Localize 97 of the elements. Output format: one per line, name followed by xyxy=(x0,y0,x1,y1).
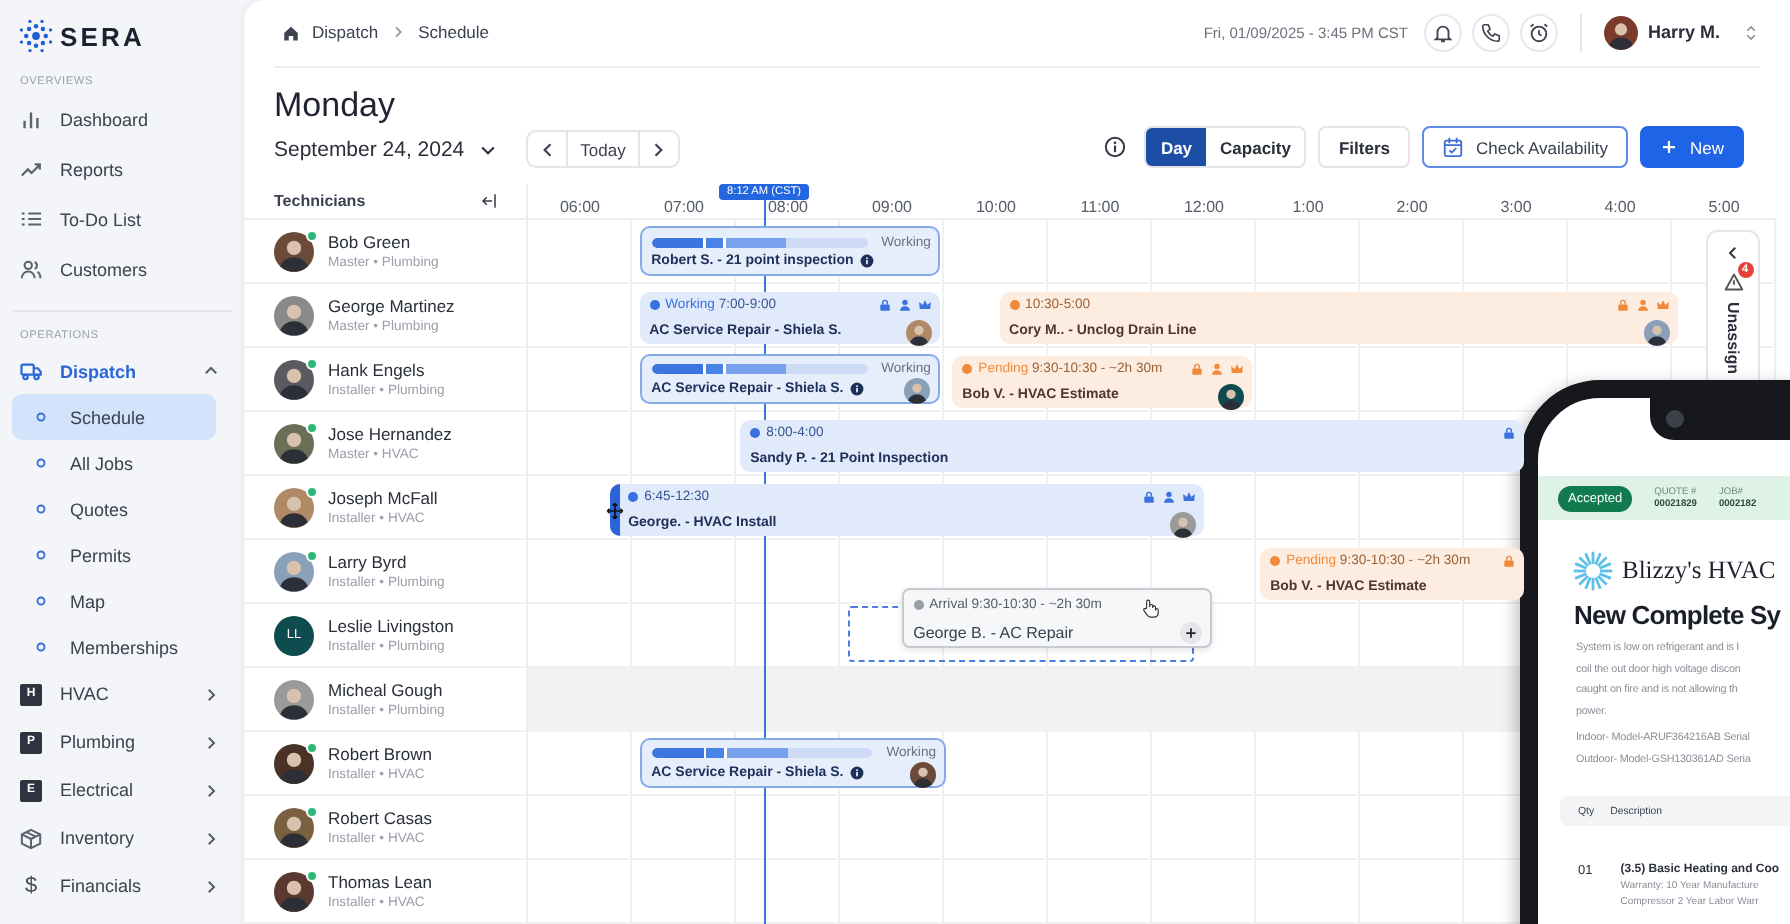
avatar xyxy=(274,871,314,911)
chevron-icon xyxy=(1724,244,1742,262)
people-icon xyxy=(20,258,42,280)
avatar xyxy=(1603,15,1638,50)
company-name: Blizzy's HVAC xyxy=(1622,555,1776,585)
hour-label: 07:00 xyxy=(663,198,705,216)
plus-icon xyxy=(1183,625,1198,639)
day-title: Monday xyxy=(274,86,397,126)
filters-button[interactable]: Filters xyxy=(1318,126,1410,168)
circle-icon xyxy=(34,548,48,562)
avatar xyxy=(274,231,314,271)
hour-label: 4:00 xyxy=(1604,198,1636,216)
technician-name: Thomas Lean xyxy=(328,872,432,892)
chart-icon xyxy=(20,108,42,130)
hour-label: 10:00 xyxy=(975,198,1017,216)
brand-name: SERA xyxy=(60,21,146,51)
nav-item[interactable]: Dashboard xyxy=(12,94,232,144)
hour-label: 09:00 xyxy=(871,198,913,216)
nav-item[interactable]: Inventory xyxy=(12,814,232,862)
nav-item[interactable]: Memberships xyxy=(12,624,216,670)
new-button[interactable]: New xyxy=(1639,126,1744,168)
alert-icon xyxy=(1723,272,1743,292)
hour-label: 5:00 xyxy=(1708,198,1740,216)
technician-name: Hank Engels xyxy=(328,360,427,380)
alarm-clock-icon xyxy=(1527,21,1550,44)
nav-item[interactable]: Customers xyxy=(12,244,232,294)
technician-name: Joseph McFall xyxy=(328,488,438,508)
collapse-icon xyxy=(480,192,498,210)
nav-item[interactable]: Permits xyxy=(12,532,216,578)
breadcrumb-link[interactable]: Dispatch xyxy=(312,22,379,43)
nav-item[interactable]: Reports xyxy=(12,144,232,194)
column-heading: Technicians xyxy=(274,192,366,210)
calendar-icon xyxy=(1441,136,1464,158)
list-icon xyxy=(20,208,42,230)
home-icon xyxy=(282,23,300,42)
chevron-icon xyxy=(390,24,407,41)
job-title: George B. - AC Repair xyxy=(913,623,1074,641)
check-availability-button[interactable]: Check Availability xyxy=(1421,126,1628,168)
hour-label: 3:00 xyxy=(1500,198,1532,216)
phone-button[interactable] xyxy=(1471,13,1510,52)
nav-item[interactable]: $ Financials xyxy=(12,862,232,910)
hour-label: 2:00 xyxy=(1396,198,1428,216)
avatar xyxy=(274,743,314,783)
nav-item[interactable]: To-Do List xyxy=(12,194,232,244)
technician-name: Robert Casas xyxy=(328,808,432,828)
hand-cursor-icon xyxy=(1139,598,1160,618)
circle-icon xyxy=(34,502,48,516)
phone-icon xyxy=(1479,21,1502,44)
circle-icon xyxy=(34,594,48,608)
circle-icon xyxy=(34,640,48,654)
technician-name: Larry Byrd xyxy=(328,552,409,572)
nav-item[interactable]: All Jobs xyxy=(12,440,216,486)
dollar-sign: $ xyxy=(22,874,40,898)
nav-item[interactable]: Schedule xyxy=(12,394,216,440)
collapse-button[interactable] xyxy=(480,192,498,210)
nav-item[interactable]: Map xyxy=(12,578,216,624)
move-cursor-icon xyxy=(606,501,625,519)
technician-name: Jose Hernandez xyxy=(328,424,452,444)
view-tab[interactable]: Day xyxy=(1146,128,1207,166)
nav-item[interactable]: Dispatch xyxy=(12,348,232,394)
technician-name: Bob Green xyxy=(328,232,413,252)
avatar xyxy=(274,423,314,463)
technician-name: Robert Brown xyxy=(328,744,432,764)
add-button[interactable] xyxy=(1179,621,1202,643)
panel-label: Unassign xyxy=(1724,302,1742,375)
avatar xyxy=(274,807,314,847)
plus-icon xyxy=(1659,138,1678,156)
quote-title: New Complete Sy xyxy=(1574,600,1783,630)
circle-icon xyxy=(34,456,48,470)
user-menu[interactable]: Harry M. xyxy=(1603,15,1760,50)
technician-name: George Martinez xyxy=(328,296,455,316)
avatar xyxy=(274,359,314,399)
chevron-icon xyxy=(1742,23,1760,42)
technician-name: Leslie Livingston xyxy=(328,616,454,636)
nav-item[interactable]: Quotes xyxy=(12,486,216,532)
bell-icon xyxy=(1431,21,1454,44)
logo-icon xyxy=(18,18,54,54)
technician-name: Micheal Gough xyxy=(328,680,445,700)
drag-handle[interactable] xyxy=(610,484,621,536)
info-icon xyxy=(1104,136,1127,158)
avatar xyxy=(274,551,314,591)
info-button[interactable] xyxy=(1104,136,1127,158)
avatar xyxy=(274,487,314,527)
hour-label: 06:00 xyxy=(559,198,601,216)
truck-icon xyxy=(20,360,42,382)
date-picker[interactable]: September 24, 2024 xyxy=(274,137,499,161)
alarm-clock-button[interactable] xyxy=(1519,13,1558,52)
bell-button[interactable] xyxy=(1423,13,1462,52)
hour-label: 1:00 xyxy=(1292,198,1324,216)
hour-label: 11:00 xyxy=(1080,198,1120,216)
trend-icon xyxy=(20,158,42,180)
sunburst-icon xyxy=(1572,549,1614,591)
box-icon xyxy=(20,827,42,849)
breadcrumb-link[interactable]: Schedule xyxy=(418,22,490,43)
circle-icon xyxy=(34,410,48,424)
hour-label: 12:00 xyxy=(1183,198,1225,216)
hour-label: 08:00 xyxy=(767,198,809,216)
